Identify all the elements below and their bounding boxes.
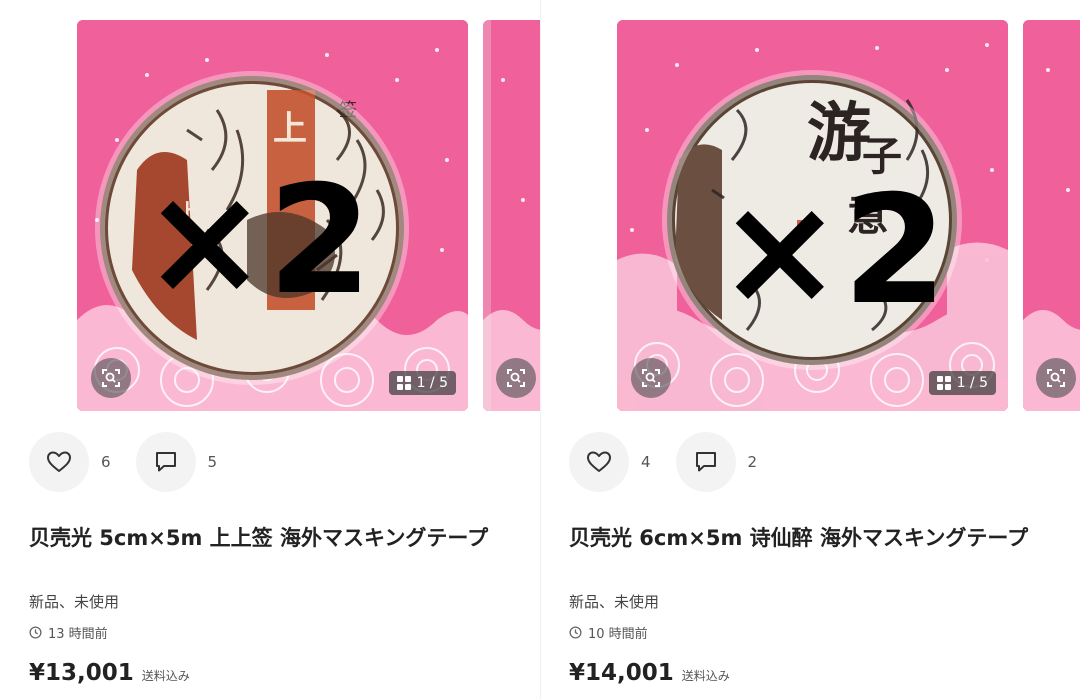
heart-icon (47, 451, 71, 472)
comment-count: 2 (747, 453, 758, 471)
lens-search-icon (102, 369, 120, 387)
tape-char: 上 (273, 109, 307, 149)
shipping-included: 送料込み (681, 669, 730, 683)
action-row: 6 5 (29, 432, 242, 492)
listing-title[interactable]: 贝壳光 5cm×5m 上上签 海外マスキングテープ (29, 522, 509, 554)
image-counter: 1 / 5 (388, 371, 456, 395)
image-carousel[interactable]: 游 子 意 ×2 1 / 5 (540, 0, 1080, 420)
shipping-included: 送料込み (141, 669, 190, 683)
comment-count: 5 (207, 453, 218, 471)
posted-time-row: 10 時間前 (569, 623, 648, 642)
posted-time: 10 時間前 (588, 627, 648, 642)
comment-button[interactable] (135, 432, 196, 492)
lens-search-icon (507, 369, 525, 387)
quantity-overlay: ×2 (142, 154, 372, 328)
product-photo[interactable]: 上 上 签 ×2 1 / 5 (77, 20, 468, 411)
price: ¥14,001 (569, 660, 674, 686)
posted-time: 13 時間前 (48, 627, 108, 642)
price: ¥13,001 (29, 660, 134, 686)
masking-tape-image: 上 上 签 ×2 (77, 20, 468, 411)
next-photo-image (1023, 20, 1080, 411)
like-count: 6 (101, 453, 111, 471)
comment-icon (695, 452, 716, 472)
price-row: ¥14,001 送料込み (569, 660, 730, 686)
lens-search-button[interactable] (496, 358, 536, 398)
posted-time-row: 13 時間前 (29, 623, 108, 642)
listing-title[interactable]: 贝壳光 6cm×5m 诗仙醉 海外マスキングテープ (569, 522, 1049, 554)
item-condition: 新品、未使用 (569, 593, 660, 611)
grid-icon (936, 376, 951, 390)
lens-search-icon (642, 369, 660, 387)
heart-icon (587, 451, 611, 472)
product-photo[interactable]: 游 子 意 ×2 1 / 5 (617, 20, 1008, 411)
image-counter-text: 1 / 5 (416, 375, 448, 391)
lens-search-button[interactable] (631, 358, 671, 398)
price-row: ¥13,001 送料込み (29, 660, 190, 686)
listing-card: 游 子 意 ×2 1 / 5 4 2 贝壳光 6cm×5m 诗仙醉 海外マスキン… (540, 0, 1080, 699)
lens-search-button[interactable] (1036, 358, 1076, 398)
listing-card: 上 上 签 ×2 1 / 5 6 5 贝壳光 5cm×5m 上上签 海外マスキン… (0, 0, 540, 699)
like-button[interactable] (29, 432, 89, 492)
action-row: 4 2 (569, 432, 782, 492)
comment-icon (155, 452, 176, 472)
clock-icon (29, 626, 42, 639)
masking-tape-image: 游 子 意 ×2 (617, 20, 1008, 411)
next-photo-image (483, 20, 540, 411)
lens-search-button[interactable] (91, 358, 131, 398)
grid-icon (396, 376, 411, 390)
like-button[interactable] (569, 432, 629, 492)
image-carousel[interactable]: 上 上 签 ×2 1 / 5 (0, 0, 540, 420)
item-condition: 新品、未使用 (29, 593, 120, 611)
next-photo-peek[interactable] (483, 20, 540, 411)
image-counter-text: 1 / 5 (956, 375, 988, 391)
image-counter: 1 / 5 (928, 371, 996, 395)
next-photo-peek[interactable] (1023, 20, 1080, 411)
quantity-overlay: ×2 (717, 164, 947, 338)
clock-icon (569, 626, 582, 639)
lens-search-icon (1047, 369, 1065, 387)
like-count: 4 (641, 453, 651, 471)
comment-button[interactable] (675, 432, 736, 492)
